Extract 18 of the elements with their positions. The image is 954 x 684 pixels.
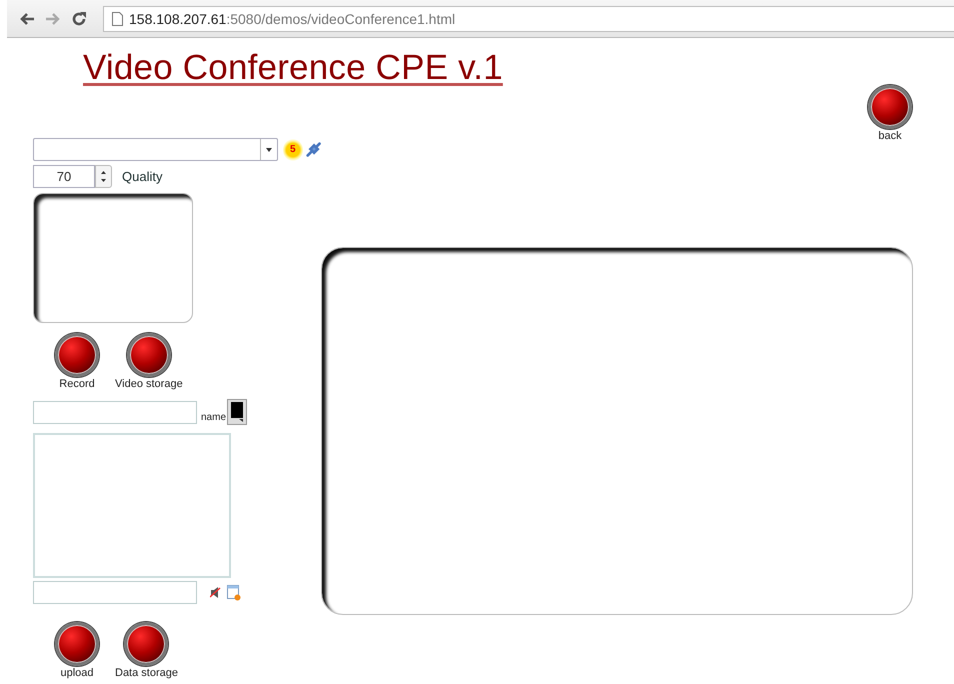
message-field[interactable] xyxy=(33,581,197,604)
back-icon[interactable] xyxy=(19,12,35,26)
plug-icon[interactable] xyxy=(304,140,321,158)
quality-label: Quality xyxy=(122,169,162,184)
reload-icon[interactable] xyxy=(71,10,87,26)
name-label: name xyxy=(201,412,226,423)
url-text: 158.108.207.61:5080/demos/videoConference1.html xyxy=(129,10,456,26)
quality-field[interactable]: 70 xyxy=(33,165,95,188)
address-field[interactable]: 158.108.207.61:5080/demos/videoConference1.html xyxy=(103,6,954,32)
color-picker-icon[interactable] xyxy=(227,399,248,425)
name-field[interactable] xyxy=(33,400,197,424)
note-icon[interactable] xyxy=(227,584,241,600)
page-title[interactable]: Video Conference CPE v.1 xyxy=(33,38,503,88)
mute-icon[interactable] xyxy=(210,587,221,598)
spinner-arrows[interactable] xyxy=(95,165,112,188)
count-badge: 5 xyxy=(282,138,303,160)
page-icon xyxy=(112,12,123,26)
caret-icon xyxy=(266,148,272,152)
